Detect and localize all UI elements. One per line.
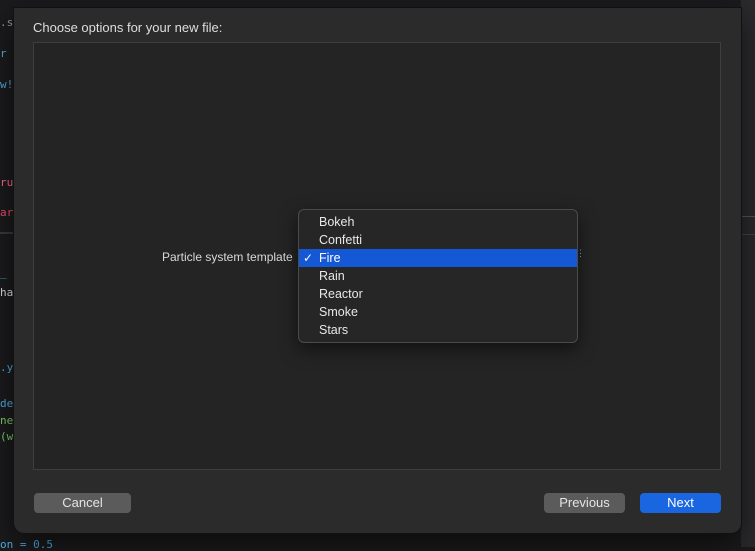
menu-item-label: Bokeh <box>319 215 355 229</box>
background-code-fragment: ar <box>0 206 14 219</box>
background-code-fragment: r <box>0 47 7 60</box>
menu-item-smoke[interactable]: Smoke <box>299 303 577 321</box>
cancel-button[interactable]: Cancel <box>34 493 131 513</box>
background-divider <box>741 234 755 235</box>
background-divider <box>741 216 755 217</box>
checkmark-icon: ✓ <box>303 251 314 265</box>
menu-item-stars[interactable]: Stars <box>299 321 577 339</box>
menu-item-bokeh[interactable]: Bokeh <box>299 213 577 231</box>
previous-button[interactable]: Previous <box>544 493 625 513</box>
background-right-panel <box>741 0 755 547</box>
menu-item-label: Stars <box>319 323 349 337</box>
background-code-fragment: (w <box>0 430 14 443</box>
new-file-options-sheet: Choose options for your new file: Partic… <box>14 8 741 533</box>
background-code-fragment: on = 0.5 <box>0 538 53 551</box>
menu-item-label: Confetti <box>319 233 363 247</box>
menu-item-fire[interactable]: ✓ Fire <box>299 249 577 267</box>
particle-template-label: Particle system template <box>162 250 293 264</box>
menu-item-label: Rain <box>319 269 345 283</box>
menu-item-label: Reactor <box>319 287 363 301</box>
menu-item-label: Smoke <box>319 305 358 319</box>
background-divider <box>0 232 14 234</box>
background-code-fragment: ru <box>0 176 14 189</box>
background-code-fragment: ne <box>0 414 14 427</box>
particle-template-menu[interactable]: Bokeh Confetti ✓ Fire Rain Reactor Smoke … <box>298 209 578 343</box>
next-button[interactable]: Next <box>640 493 721 513</box>
background-code-fragment: w! <box>0 78 14 91</box>
sheet-title: Choose options for your new file: <box>33 20 223 35</box>
menu-item-reactor[interactable]: Reactor <box>299 285 577 303</box>
menu-item-label: Fire <box>319 251 341 265</box>
menu-item-confetti[interactable]: Confetti <box>299 231 577 249</box>
menu-item-rain[interactable]: Rain <box>299 267 577 285</box>
background-code-fragment: _ <box>0 266 7 279</box>
background-code-fragment: de <box>0 397 14 410</box>
background-code-fragment: .y <box>0 361 14 374</box>
background-code-fragment: ha <box>0 286 14 299</box>
